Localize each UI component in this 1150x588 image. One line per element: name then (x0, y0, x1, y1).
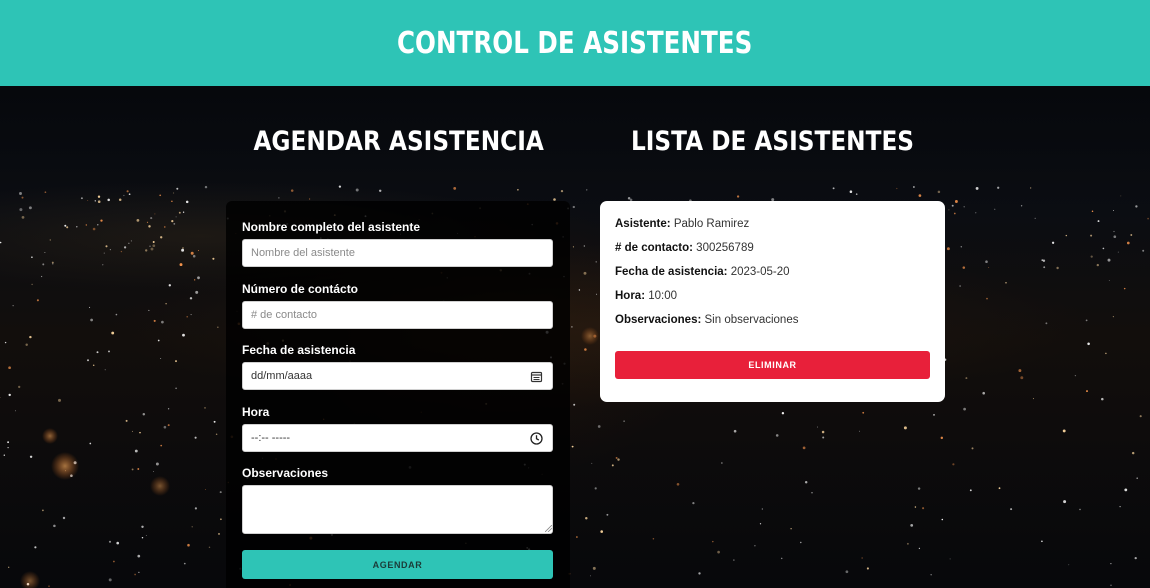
resize-grip-icon[interactable] (545, 525, 552, 532)
name-input-placeholder: Nombre del asistente (251, 247, 355, 259)
contact-input[interactable]: # de contacto (242, 301, 553, 329)
form-section-title: AGENDAR ASISTENCIA (253, 126, 544, 157)
contact-field-label: Número de contácto (242, 282, 359, 296)
clock-icon[interactable] (530, 432, 543, 445)
attendee-name-row: Asistente: Pablo Ramirez (615, 218, 749, 230)
attendee-name-label: Asistente: (615, 218, 671, 230)
notes-field-label: Observaciones (242, 466, 329, 480)
attendee-time-value: 10:00 (648, 290, 678, 302)
time-field-label: Hora (242, 405, 270, 419)
date-field-label: Fecha de asistencia (242, 343, 356, 357)
attendee-name-value: Pablo Ramirez (673, 218, 750, 230)
city-lights-background (0, 86, 1150, 588)
top-header: CONTROL DE ASISTENTES (0, 0, 1150, 86)
attendee-notes-value: Sin observaciones (704, 314, 799, 326)
attendee-date-label: Fecha de asistencia: (615, 266, 728, 278)
attendee-date-value: 2023-05-20 (730, 266, 790, 278)
attendee-time-row: Hora: 10:00 (615, 290, 677, 302)
name-input[interactable]: Nombre del asistente (242, 239, 553, 267)
date-input[interactable]: dd/mm/aaaa (242, 362, 553, 390)
attendee-date-row: Fecha de asistencia: 2023-05-20 (615, 266, 790, 278)
attendee-notes-row: Observaciones: Sin observaciones (615, 314, 798, 326)
calendar-icon[interactable] (530, 370, 543, 383)
eliminar-button[interactable]: ELIMINAR (615, 351, 930, 379)
date-input-value: dd/mm/aaaa (251, 370, 313, 382)
time-input[interactable]: --:-- ----- (242, 424, 553, 452)
notes-textarea[interactable] (242, 485, 553, 534)
name-field-label: Nombre completo del asistente (242, 220, 421, 234)
attendee-time-label: Hora: (615, 290, 646, 302)
contact-input-placeholder: # de contacto (251, 309, 318, 321)
city-lights-background-pattern (0, 185, 1149, 588)
time-input-value: --:-- ----- (251, 432, 291, 444)
attendee-contact-value: 300256789 (696, 242, 754, 254)
app-title: CONTROL DE ASISTENTES (397, 25, 753, 61)
agendar-button[interactable]: AGENDAR (242, 550, 553, 579)
attendee-contact-label: # de contacto: (615, 242, 693, 254)
list-section-title: LISTA DE ASISTENTES (630, 126, 915, 157)
attendee-notes-label: Observaciones: (615, 314, 702, 326)
attendee-contact-row: # de contacto: 300256789 (615, 242, 754, 254)
